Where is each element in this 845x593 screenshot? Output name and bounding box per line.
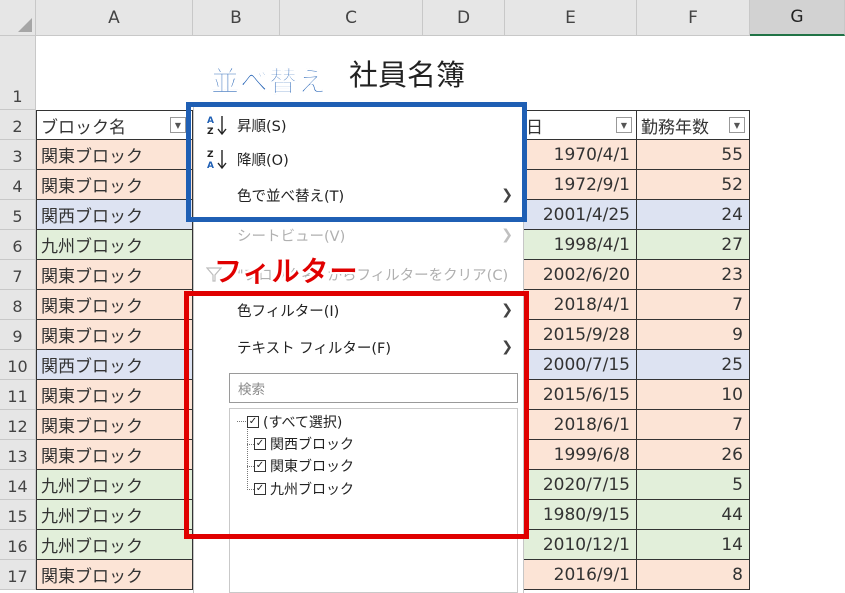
sort-annotation-box (186, 102, 527, 222)
row-header[interactable]: 6 (0, 230, 36, 260)
cell-date[interactable]: 2016/9/1 (505, 560, 637, 590)
cell-years[interactable]: 8 (637, 560, 750, 590)
cell-years[interactable]: 23 (637, 260, 750, 290)
menu-sheet-view-label: シートビュー(V) (237, 228, 346, 245)
cell-block[interactable]: 九州ブロック (36, 470, 193, 500)
cell-years[interactable]: 44 (637, 500, 750, 530)
row-header[interactable]: 9 (0, 320, 36, 350)
cell-block[interactable]: 関東ブロック (36, 140, 193, 170)
row-header[interactable]: 17 (0, 560, 36, 590)
filter-annotation-label: フィルター (214, 255, 359, 288)
cell-block[interactable]: 関東ブロック (36, 410, 193, 440)
cell-block[interactable]: 関東ブロック (36, 440, 193, 470)
cell-years[interactable]: 26 (637, 440, 750, 470)
cell-years[interactable]: 27 (637, 230, 750, 260)
row-header[interactable]: 13 (0, 440, 36, 470)
row-header[interactable]: 5 (0, 200, 36, 230)
cell-years[interactable]: 7 (637, 410, 750, 440)
row-header[interactable]: 8 (0, 290, 36, 320)
menu-sheet-view: シートビュー(V) ❯ (194, 218, 525, 252)
row-header[interactable]: 10 (0, 350, 36, 380)
filter-dropdown-button[interactable]: ▼ (170, 117, 186, 133)
cell-years[interactable]: 10 (637, 380, 750, 410)
column-header-a[interactable]: A (36, 0, 193, 36)
filter-annotation-box (184, 291, 529, 539)
row-header[interactable]: 7 (0, 260, 36, 290)
cell-block[interactable]: 関東ブロック (36, 380, 193, 410)
cell-block[interactable]: 関東ブロック (36, 560, 193, 590)
cell-block[interactable]: 関東ブロック (36, 320, 193, 350)
cell-block[interactable]: 九州ブロック (36, 530, 193, 560)
cell-years[interactable]: 14 (637, 530, 750, 560)
cell-years[interactable]: 52 (637, 170, 750, 200)
cell-block[interactable]: 九州ブロック (36, 230, 193, 260)
cell-block[interactable]: 関東ブロック (36, 260, 193, 290)
row-header[interactable]: 15 (0, 500, 36, 530)
row-header[interactable]: 3 (0, 140, 36, 170)
row-header[interactable]: 16 (0, 530, 36, 560)
row-header[interactable]: 2 (0, 110, 36, 140)
row-header[interactable]: 1 (0, 36, 36, 110)
cell-years[interactable]: 9 (637, 320, 750, 350)
cell-block[interactable]: 関東ブロック (36, 290, 193, 320)
cell-block[interactable]: 九州ブロック (36, 500, 193, 530)
cell-block[interactable]: 関西ブロック (36, 350, 193, 380)
row-header[interactable]: 12 (0, 410, 36, 440)
cell-years[interactable]: 25 (637, 350, 750, 380)
row-header[interactable]: 4 (0, 170, 36, 200)
row-header[interactable]: 11 (0, 380, 36, 410)
cell-block[interactable]: 関東ブロック (36, 170, 193, 200)
cell-years[interactable]: 55 (637, 140, 750, 170)
sheet-title: 社員名簿 (349, 58, 466, 92)
sort-annotation-label: 並べ替え (211, 65, 328, 99)
column-header-g[interactable]: G (750, 0, 845, 36)
filter-dropdown-button[interactable]: ▼ (729, 117, 745, 133)
row-header[interactable]: 14 (0, 470, 36, 500)
column-header-c[interactable]: C (280, 0, 423, 36)
cell-years[interactable]: 7 (637, 290, 750, 320)
cell-years[interactable]: 24 (637, 200, 750, 230)
cell-block[interactable]: 関西ブロック (36, 200, 193, 230)
column-header-b[interactable]: B (193, 0, 280, 36)
select-all-corner[interactable] (0, 0, 36, 36)
filter-dropdown-button[interactable]: ▼ (616, 117, 632, 133)
chevron-right-icon: ❯ (501, 227, 513, 243)
column-header-e[interactable]: E (505, 0, 637, 36)
cell-years[interactable]: 5 (637, 470, 750, 500)
column-header-f[interactable]: F (637, 0, 750, 36)
column-header-d[interactable]: D (423, 0, 505, 36)
